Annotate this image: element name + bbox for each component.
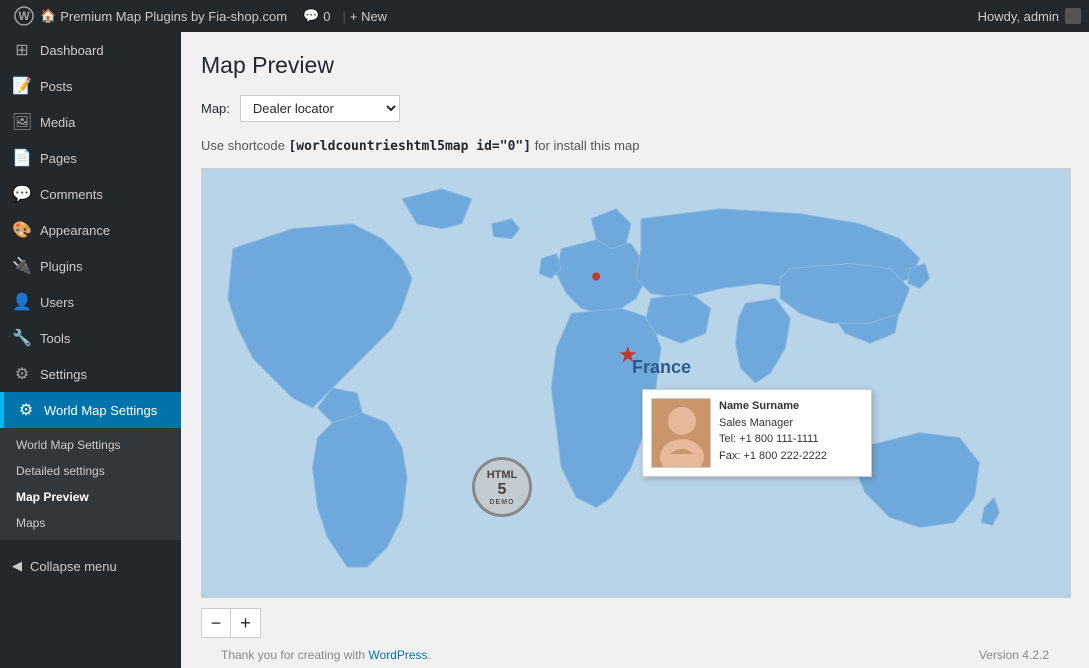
map-zoom-controls: − + — [201, 608, 1069, 638]
site-name[interactable]: 🏠 Premium Map Plugins by Fia-shop.com — [40, 8, 287, 24]
map-selector-label: Map: — [201, 101, 230, 116]
worldmap-submenu: World Map Settings Detailed settings Map… — [0, 428, 181, 540]
sidebar-item-dashboard[interactable]: ⊞ Dashboard — [0, 32, 181, 68]
dashboard-icon: ⊞ — [12, 40, 32, 60]
footer-thank-you: Thank you for creating with WordPress. — [221, 648, 431, 662]
svg-text:W: W — [18, 9, 30, 23]
plugins-icon: 🔌 — [12, 256, 32, 276]
page-footer: Thank you for creating with WordPress. V… — [201, 638, 1069, 668]
zoom-in-button[interactable]: + — [231, 608, 261, 638]
pages-icon: 📄 — [12, 148, 32, 168]
map-background: France ★ Name Surna — [202, 169, 1070, 597]
footer-version: Version 4.2.2 — [979, 648, 1049, 662]
sidebar-item-plugins[interactable]: 🔌 Plugins — [0, 248, 181, 284]
html5-number: 5 — [498, 481, 507, 499]
html5-text: HTML — [487, 469, 518, 481]
popup-fax: Fax: +1 800 222-2222 — [719, 448, 827, 465]
france-popup: Name Surname Sales Manager Tel: +1 800 1… — [642, 389, 872, 477]
france-marker: ★ — [618, 342, 638, 368]
media-icon: 🖼 — [12, 112, 32, 132]
sidebar-item-worldmap[interactable]: ⚙ World Map Settings — [0, 392, 181, 428]
map-selector-row: Map: Dealer locator — [201, 95, 1069, 122]
worldmap-icon: ⚙ — [16, 400, 36, 420]
zoom-out-button[interactable]: − — [201, 608, 231, 638]
tools-icon: 🔧 — [12, 328, 32, 348]
submenu-map-preview[interactable]: Map Preview — [0, 484, 181, 510]
sidebar-item-media[interactable]: 🖼 Media — [0, 104, 181, 140]
sidebar-item-settings[interactable]: ⚙ Settings — [0, 356, 181, 392]
submenu-world-map-settings[interactable]: World Map Settings — [0, 432, 181, 458]
wordpress-link[interactable]: WordPress — [368, 648, 427, 662]
settings-icon: ⚙ — [12, 364, 32, 384]
posts-icon: 📝 — [12, 76, 32, 96]
comments-icon: 💬 — [303, 8, 319, 24]
world-map-svg — [202, 169, 1070, 597]
sidebar-item-posts[interactable]: 📝 Posts — [0, 68, 181, 104]
howdy-menu[interactable]: Howdy, admin — [978, 8, 1081, 24]
html5-stamp: HTML 5 DEMO — [472, 457, 532, 517]
demo-text: DEMO — [490, 499, 515, 506]
submenu-maps[interactable]: Maps — [0, 510, 181, 536]
main-content: Map Preview Map: Dealer locator Use shor… — [181, 32, 1089, 668]
popup-text: Name Surname Sales Manager Tel: +1 800 1… — [719, 398, 827, 468]
admin-avatar — [1065, 8, 1081, 24]
sidebar-item-users[interactable]: 👤 Users — [0, 284, 181, 320]
new-item-button[interactable]: + New — [350, 9, 387, 24]
wp-logo[interactable]: W — [8, 0, 40, 32]
sidebar: ⊞ Dashboard 📝 Posts 🖼 Media 📄 Pages 💬 Co… — [0, 32, 181, 668]
popup-avatar-container — [651, 398, 711, 468]
appearance-icon: 🎨 — [12, 220, 32, 240]
comments-menu-icon: 💬 — [12, 184, 32, 204]
popup-avatar-image — [652, 399, 711, 468]
submenu-detailed-settings[interactable]: Detailed settings — [0, 458, 181, 484]
map-container[interactable]: France ★ Name Surna — [201, 168, 1071, 598]
admin-bar: W 🏠 Premium Map Plugins by Fia-shop.com … — [0, 0, 1089, 32]
collapse-icon: ◀ — [12, 558, 22, 574]
collapse-menu-button[interactable]: ◀ Collapse menu — [0, 548, 181, 584]
sidebar-item-tools[interactable]: 🔧 Tools — [0, 320, 181, 356]
sidebar-item-appearance[interactable]: 🎨 Appearance — [0, 212, 181, 248]
popup-name: Name Surname — [719, 398, 827, 415]
france-label: France — [632, 357, 691, 378]
comments-badge[interactable]: 💬 0 — [303, 8, 330, 24]
home-icon: 🏠 — [40, 8, 56, 24]
sidebar-item-pages[interactable]: 📄 Pages — [0, 140, 181, 176]
users-icon: 👤 — [12, 292, 32, 312]
page-title: Map Preview — [201, 52, 1069, 79]
popup-title: Sales Manager — [719, 415, 827, 432]
shortcode-hint: Use shortcode [worldcountrieshtml5map id… — [201, 138, 1069, 154]
map-selector-select[interactable]: Dealer locator — [240, 95, 400, 122]
sidebar-item-comments[interactable]: 💬 Comments — [0, 176, 181, 212]
popup-tel: Tel: +1 800 111-1111 — [719, 431, 827, 448]
